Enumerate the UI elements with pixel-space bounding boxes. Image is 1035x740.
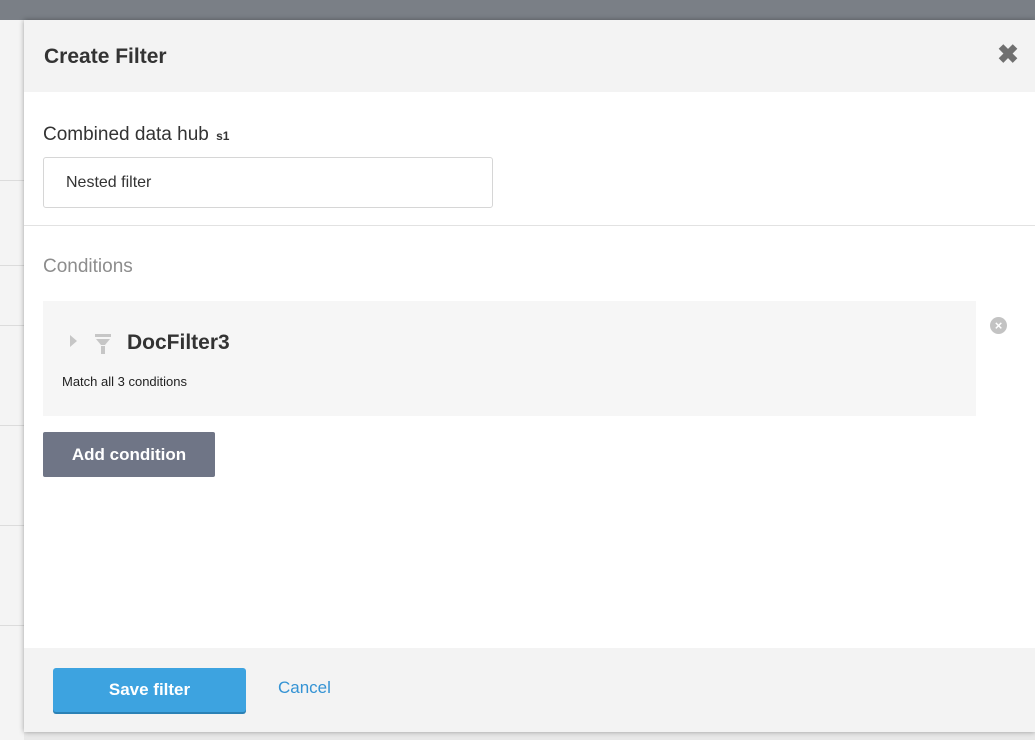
condition-summary: Match all 3 conditions — [62, 374, 188, 389]
backdrop-page-edge — [0, 20, 24, 740]
remove-condition-icon[interactable]: × — [990, 317, 1007, 334]
backdrop-top-bar — [0, 0, 1035, 20]
name-field-label-text: Combined data hub — [43, 124, 209, 145]
condition-item: DocFilter3 Match all 3 conditions — [43, 301, 976, 416]
dialog-footer: Save filter Cancel — [24, 648, 1035, 732]
backdrop-divider — [0, 325, 24, 326]
save-filter-button[interactable]: Save filter — [53, 668, 246, 712]
backdrop-divider — [0, 265, 24, 266]
backdrop-divider — [0, 180, 24, 181]
dialog-header: Create Filter ✖ — [24, 20, 1035, 92]
add-condition-button[interactable]: Add condition — [43, 432, 215, 477]
backdrop-divider — [0, 625, 24, 626]
dialog-title: Create Filter — [44, 45, 167, 68]
create-filter-dialog: Create Filter ✖ Combined data hub s1 Con… — [24, 20, 1035, 732]
section-divider — [24, 225, 1035, 226]
conditions-heading: Conditions — [43, 256, 133, 277]
filter-funnel-icon — [95, 334, 111, 354]
expand-arrow-icon[interactable] — [70, 335, 77, 347]
close-icon[interactable]: ✖ — [995, 40, 1021, 68]
filter-name-input[interactable] — [43, 157, 493, 208]
backdrop-divider — [0, 425, 24, 426]
cancel-link[interactable]: Cancel — [278, 678, 331, 698]
name-field-label: Combined data hub s1 — [43, 124, 229, 146]
condition-name[interactable]: DocFilter3 — [127, 331, 230, 355]
backdrop-divider — [0, 525, 24, 526]
name-field-label-suffix: s1 — [216, 129, 230, 143]
